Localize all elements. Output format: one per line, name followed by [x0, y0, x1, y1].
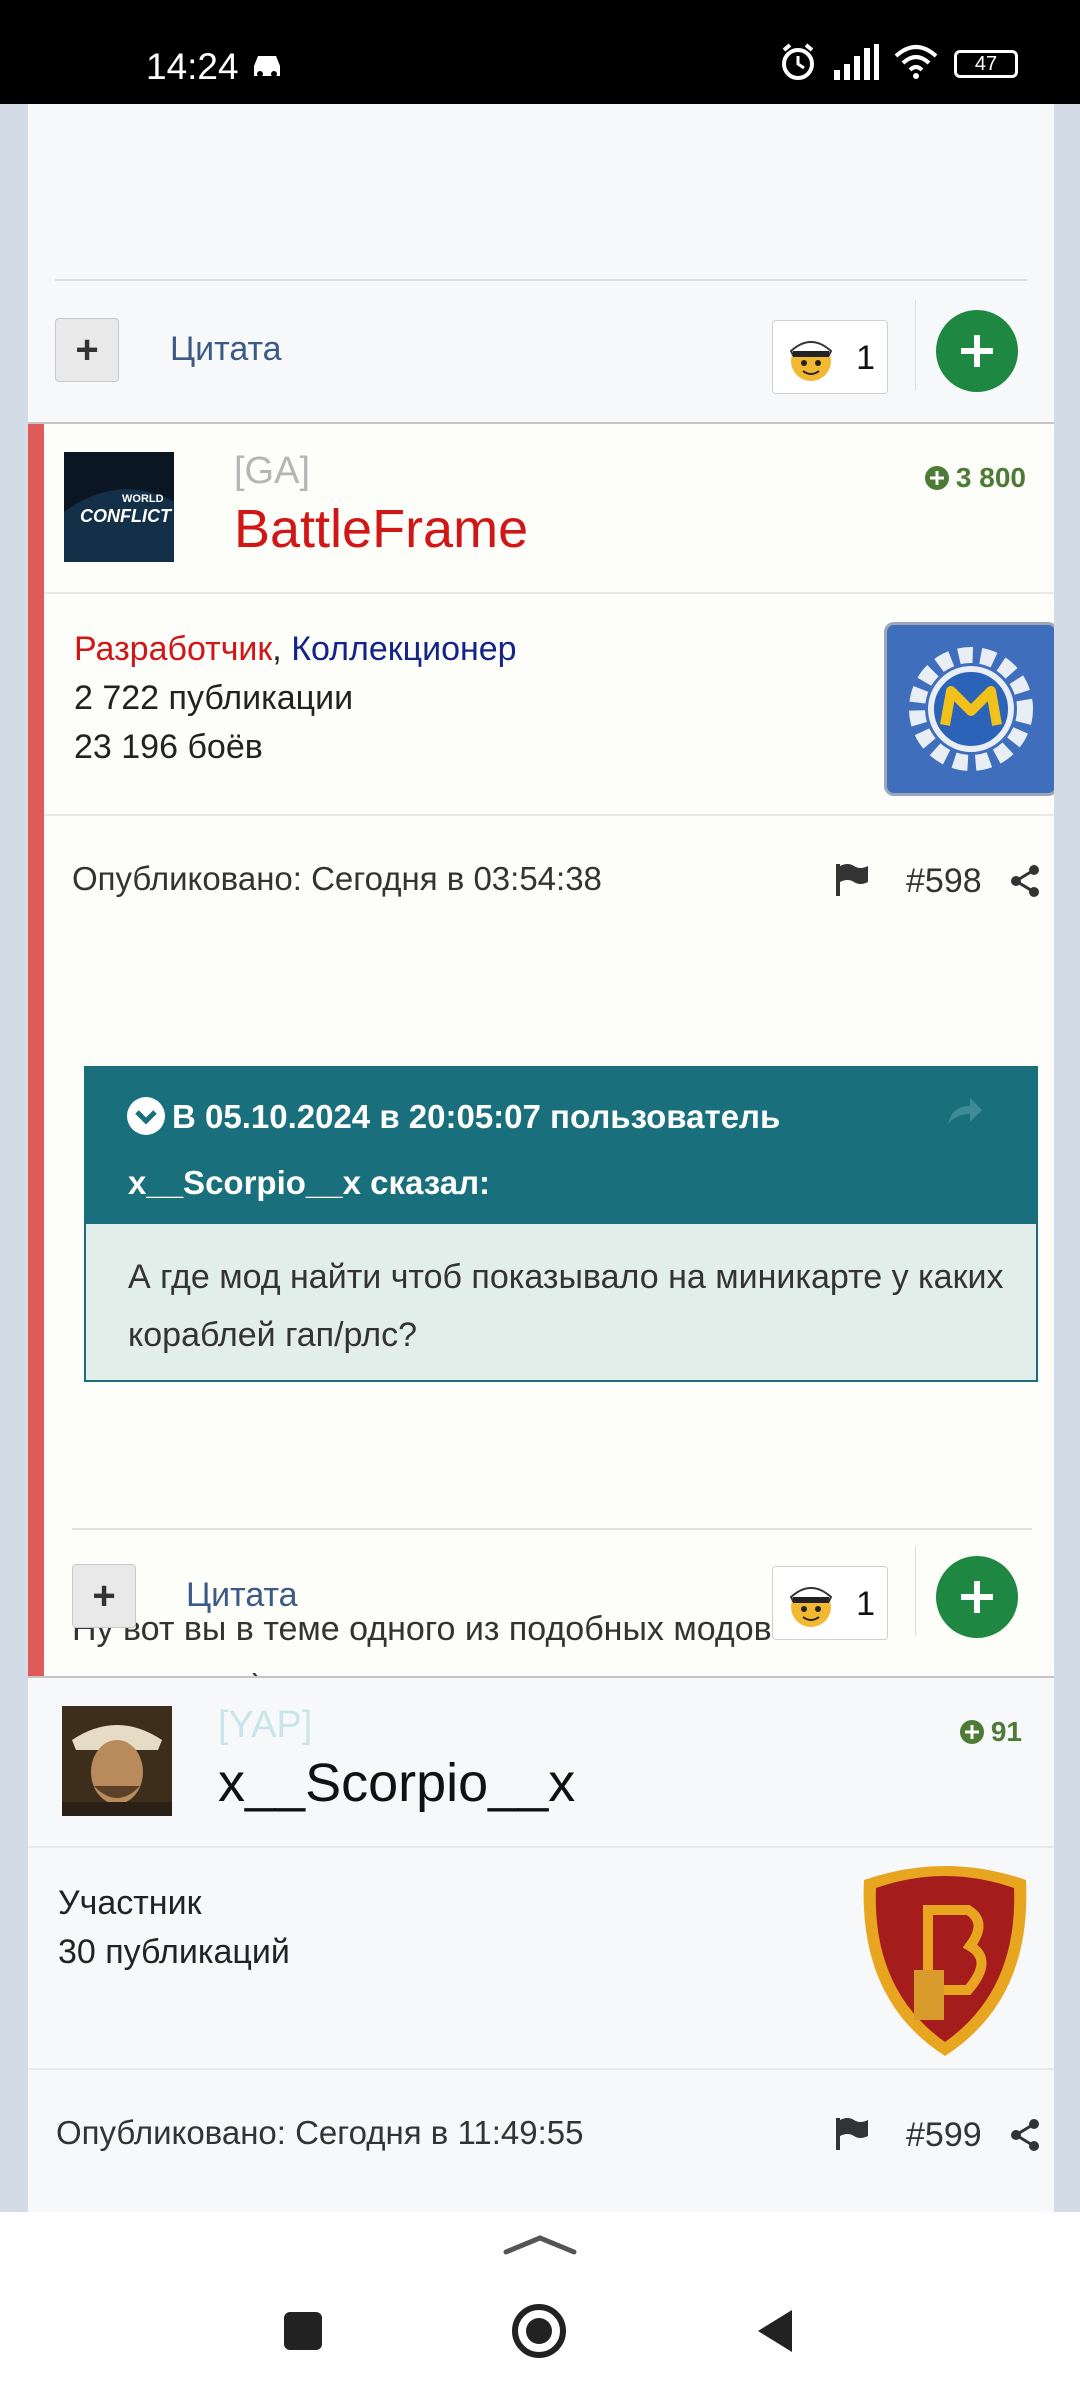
home-button[interactable]: [510, 2302, 568, 2360]
author-role: Участник: [58, 1884, 202, 1922]
plus-icon: [961, 1581, 993, 1613]
sailor-emoji-icon: [789, 1587, 833, 1627]
author-publications: 2 722 публикации: [74, 679, 354, 717]
author-avatar[interactable]: WORLD CONFLICT: [64, 452, 174, 562]
info-divider: [28, 2068, 1054, 2070]
report-flag-icon[interactable]: [834, 862, 870, 898]
reaction-button[interactable]: 1: [772, 1566, 888, 1640]
recents-button[interactable]: [284, 2312, 322, 2350]
go-to-quote-icon[interactable]: [944, 1094, 984, 1130]
footer-separator: [915, 1546, 916, 1636]
forum-post: WORLD CONFLICT [GA] BattleFrame 3 800 Ра…: [28, 422, 1054, 1706]
wifi-icon: [894, 45, 938, 79]
quote-header[interactable]: В 05.10.2024 в 20:05:07 пользователь x__…: [86, 1068, 1036, 1224]
plus-icon: [961, 335, 993, 367]
role-collector: Коллекционер: [291, 630, 517, 668]
clan-emblem: [852, 1860, 1038, 2060]
reputation-badge: 91: [959, 1716, 1022, 1748]
back-button[interactable]: [752, 2306, 796, 2356]
post-divider: [55, 279, 1027, 281]
logo-text-1: WORLD: [122, 493, 164, 505]
author-divider: [28, 1846, 1054, 1848]
author-roles: Разработчик, Коллекционер: [74, 630, 517, 669]
swipe-up-handle-icon[interactable]: [500, 2232, 580, 2256]
forum-thread: + Цитата 1 WORLD CONFLICT [GA] BattleFra…: [28, 104, 1054, 2212]
quote-block: В 05.10.2024 в 20:05:07 пользователь x__…: [84, 1066, 1038, 1382]
reaction-button[interactable]: 1: [772, 320, 888, 394]
quote-header-line-1: В 05.10.2024 в 20:05:07 пользователь: [172, 1098, 781, 1135]
author-clan-tag[interactable]: [YAP]: [218, 1704, 312, 1747]
system-nav-bar: [0, 2212, 1080, 2400]
share-icon[interactable]: [1008, 2118, 1042, 2152]
author-publications: 30 публикаций: [58, 1933, 290, 1971]
reputation-badge: 3 800: [924, 462, 1026, 494]
collapse-chevron-icon[interactable]: [126, 1096, 166, 1136]
plus-circle-icon: [924, 466, 949, 490]
footer-separator: [915, 300, 916, 390]
author-divider: [44, 592, 1054, 594]
post-top-border: [28, 422, 1054, 424]
post-top-border: [28, 1676, 1054, 1678]
plus-circle-icon: [959, 1720, 984, 1744]
battery-level: 47: [974, 53, 998, 75]
clan-emblem: [884, 622, 1054, 796]
quote-header-line-2: x__Scorpio__x сказал:: [128, 1164, 491, 1201]
status-bar: 14:24 47: [0, 0, 1080, 104]
quote-link[interactable]: Цитата: [186, 1576, 298, 1615]
publish-date: Опубликовано: Сегодня в 03:54:38: [72, 860, 602, 897]
multiquote-button[interactable]: +: [55, 318, 119, 382]
logo-text-2: CONFLICT: [80, 506, 173, 526]
multiquote-button[interactable]: +: [72, 1564, 136, 1628]
author-clan-tag[interactable]: [GA]: [234, 450, 310, 493]
footer-divider: [72, 1528, 1032, 1530]
page-rail: [1054, 104, 1080, 2212]
post-number[interactable]: #599: [906, 2116, 982, 2155]
reaction-count: 1: [856, 1585, 875, 1623]
author-username[interactable]: BattleFrame: [234, 498, 528, 560]
info-divider: [44, 814, 1054, 816]
alarm-icon: [782, 43, 814, 80]
sailor-emoji-icon: [789, 341, 833, 381]
add-reaction-button[interactable]: [936, 1556, 1018, 1638]
post-number[interactable]: #598: [906, 862, 982, 901]
author-username[interactable]: x__Scorpio__x: [218, 1752, 575, 1814]
quote-link[interactable]: Цитата: [170, 330, 282, 369]
role-developer: Разработчик: [74, 630, 273, 668]
role-separator: ,: [272, 630, 292, 668]
publish-date: Опубликовано: Сегодня в 11:49:55: [56, 2114, 584, 2151]
author-battles: 23 196 боёв: [74, 728, 263, 766]
world-of-conflict-logo: WORLD CONFLICT: [64, 452, 174, 562]
quote-text: А где мод найти чтоб показывало на миник…: [128, 1258, 1004, 1354]
car-icon: [254, 56, 280, 77]
author-avatar[interactable]: [62, 1706, 172, 1816]
report-flag-icon[interactable]: [834, 2116, 870, 2152]
forum-post: [YAP] x__Scorpio__x 91 Участник 30 публи…: [28, 1676, 1054, 2212]
battery-icon: 47: [954, 50, 1018, 78]
reputation-value: 91: [990, 1716, 1022, 1747]
reputation-value: 3 800: [955, 462, 1026, 493]
shield-emblem-icon: [863, 1866, 1027, 2056]
status-time: 14:24: [146, 46, 239, 87]
reaction-count: 1: [856, 339, 875, 377]
portrait-image: [62, 1706, 172, 1816]
gear-emblem-icon: [909, 647, 1033, 771]
add-reaction-button[interactable]: [936, 310, 1018, 392]
signal-icon: [834, 44, 879, 80]
share-icon[interactable]: [1008, 864, 1042, 898]
